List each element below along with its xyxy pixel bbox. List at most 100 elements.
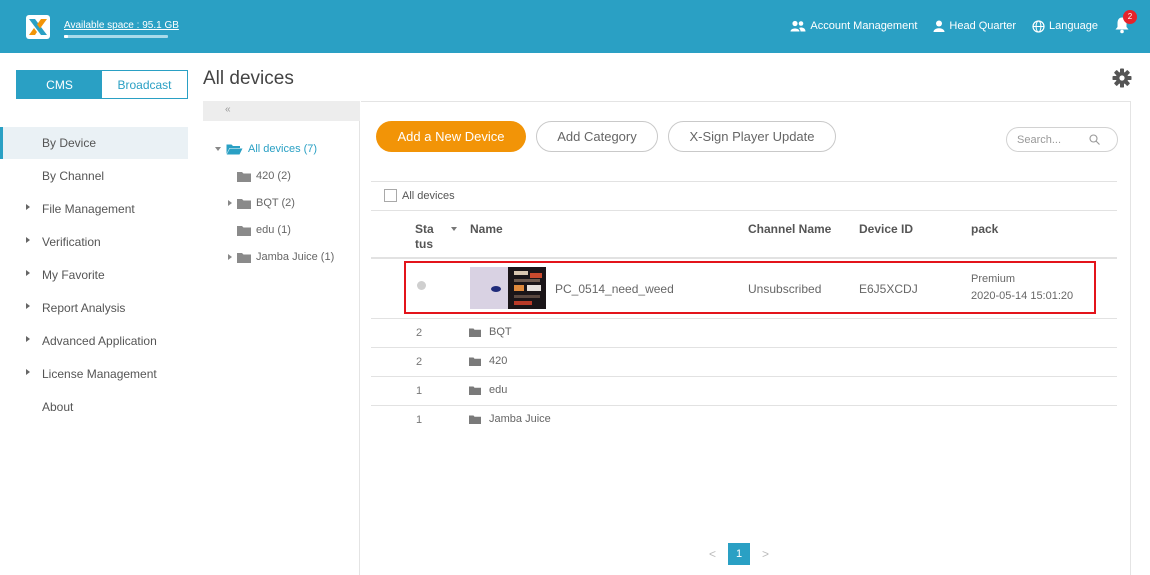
folder-label: 420 (489, 355, 508, 367)
caret-down-icon (215, 147, 221, 151)
storage-usage-bar (64, 35, 168, 38)
column-header-pack[interactable]: pack (971, 222, 998, 236)
column-header-status[interactable]: Status (415, 222, 465, 252)
tree-node-label: BQT (2) (256, 197, 295, 209)
tree-node-label: edu (1) (256, 224, 291, 236)
tree-node-420[interactable]: 420 (2) (237, 170, 291, 182)
folder-label: BQT (489, 326, 512, 338)
prev-page-button[interactable]: < (709, 547, 716, 561)
add-category-button[interactable]: Add Category (536, 121, 658, 152)
sidebar-item-verification[interactable]: Verification (0, 225, 198, 258)
page-title: All devices (203, 68, 294, 89)
settings-button[interactable] (1112, 68, 1132, 88)
tree-node-bqt[interactable]: BQT (2) (228, 197, 295, 209)
folder-name: 420 (469, 355, 507, 367)
sidebar-item-label: Report Analysis (42, 300, 126, 315)
folder-icon (237, 171, 251, 182)
column-header-name[interactable]: Name (470, 222, 503, 236)
gear-icon (1112, 68, 1132, 88)
caret-right-icon (26, 369, 30, 375)
search-box (1006, 127, 1118, 152)
folder-name: BQT (469, 326, 512, 338)
sidebar-item-about[interactable]: About (0, 390, 198, 423)
selected-row-highlight (404, 261, 1096, 314)
caret-right-icon (26, 204, 30, 210)
tree-node-all-devices[interactable]: All devices (7) (215, 143, 317, 155)
sidebar-item-label: By Channel (42, 168, 105, 183)
folder-icon (237, 225, 251, 236)
folder-name: Jamba Juice (469, 413, 551, 425)
sidebar-item-file-management[interactable]: File Management (0, 192, 198, 225)
folder-row-420[interactable]: 2 420 (371, 347, 1117, 376)
sidebar-item-label: Verification (42, 234, 101, 249)
users-icon (790, 20, 806, 32)
sidebar-item-report-analysis[interactable]: Report Analysis (0, 291, 198, 324)
next-page-button[interactable]: > (762, 547, 769, 561)
account-management-label: Account Management (810, 20, 918, 32)
notifications-button[interactable]: 2 (1114, 10, 1137, 36)
globe-icon (1032, 19, 1045, 33)
sidebar-item-label: Advanced Application (42, 333, 157, 348)
sidebar-item-label: By Device (42, 136, 97, 150)
column-header-channel[interactable]: Channel Name (748, 222, 831, 236)
caret-right-icon (26, 237, 30, 243)
tree-node-label: All devices (7) (248, 143, 318, 155)
caret-right-icon (26, 336, 30, 342)
sidebar-item-advanced-application[interactable]: Advanced Application (0, 324, 198, 357)
folder-icon (469, 328, 481, 337)
folder-icon (237, 198, 251, 209)
select-all-row: All devices (384, 189, 455, 202)
caret-right-icon (26, 303, 30, 309)
tree-node-edu[interactable]: edu (1) (237, 224, 291, 236)
sidebar-item-label: File Management (42, 201, 135, 216)
tab-cms[interactable]: CMS (17, 71, 102, 98)
user-icon (933, 20, 945, 32)
player-update-button[interactable]: X-Sign Player Update (668, 121, 836, 152)
app-logo[interactable] (26, 15, 50, 39)
folder-device-count: 1 (416, 414, 423, 426)
sidebar-item-by-device[interactable]: By Device (0, 127, 188, 159)
account-management-link[interactable]: Account Management (790, 20, 917, 32)
sidebar-item-by-channel[interactable]: By Channel (0, 159, 198, 192)
collapse-tree-button[interactable]: « (203, 101, 360, 121)
folder-label: Jamba Juice (489, 413, 551, 425)
pagination: < 1 > (709, 543, 769, 565)
add-device-button[interactable]: Add a New Device (376, 121, 526, 152)
folder-device-count: 2 (416, 356, 423, 368)
tab-broadcast[interactable]: Broadcast (102, 71, 187, 98)
caret-right-icon (26, 270, 30, 276)
tree-node-label: 420 (2) (256, 170, 291, 182)
sort-caret-icon[interactable] (451, 227, 457, 231)
sidebar-item-my-favorite[interactable]: My Favorite (0, 258, 198, 291)
caret-right-icon (228, 254, 232, 260)
folder-icon (237, 252, 251, 263)
folder-row-jamba-juice[interactable]: 1 Jamba Juice (371, 405, 1117, 434)
search-input[interactable] (1017, 133, 1089, 146)
column-header-device-id[interactable]: Device ID (859, 222, 913, 236)
folder-row-bqt[interactable]: 2 BQT (371, 318, 1117, 347)
page-number-current[interactable]: 1 (728, 543, 751, 565)
folder-device-count: 2 (416, 327, 423, 339)
sidebar-item-label: My Favorite (42, 267, 105, 282)
header-divider (371, 257, 1117, 259)
folder-open-icon (226, 144, 243, 155)
folder-device-count: 1 (416, 385, 423, 397)
folder-name: edu (469, 384, 507, 396)
folder-icon (469, 386, 481, 395)
sidebar: CMS Broadcast By Device By Channel File … (0, 53, 198, 575)
language-selector[interactable]: Language (1032, 19, 1098, 33)
tree-node-label: Jamba Juice (1) (256, 251, 335, 263)
folder-row-edu[interactable]: 1 edu (371, 376, 1117, 405)
category-tree: « All devices (7) 420 (2) BQT (2) edu (1… (203, 101, 360, 575)
device-panel: Add a New Device Add Category X-Sign Pla… (361, 101, 1131, 575)
status-header-label: Status (415, 222, 434, 251)
sidebar-item-license-management[interactable]: License Management (0, 357, 198, 390)
select-all-checkbox[interactable] (384, 189, 397, 202)
folder-label: edu (489, 384, 508, 396)
folder-icon (469, 357, 481, 366)
tree-node-jamba-juice[interactable]: Jamba Juice (1) (228, 251, 334, 263)
mode-switch: CMS Broadcast (16, 70, 188, 99)
head-quarter-link[interactable]: Head Quarter (933, 20, 1016, 32)
search-icon[interactable] (1089, 134, 1100, 145)
notification-badge: 2 (1123, 10, 1137, 24)
